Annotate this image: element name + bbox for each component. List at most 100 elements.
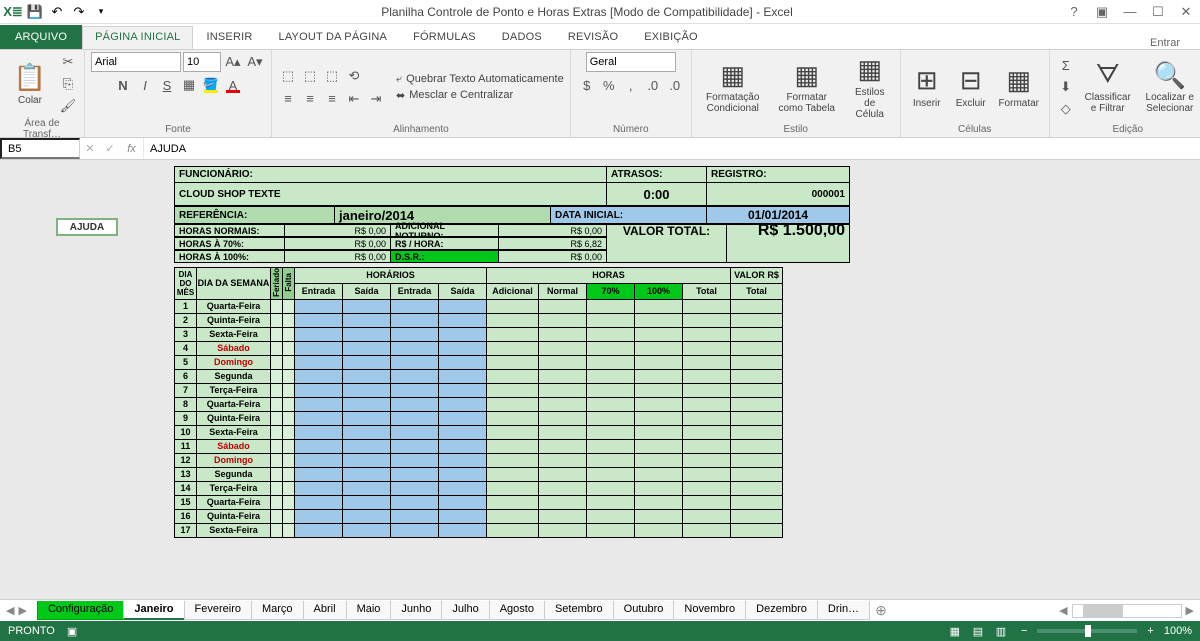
ajuda-button[interactable]: AJUDA [56,218,118,236]
saida2-cell[interactable] [439,397,487,411]
help-icon[interactable]: ? [1064,4,1084,20]
tab-data[interactable]: DADOS [489,26,555,49]
feriado-checkbox[interactable] [271,313,283,327]
align-top-icon[interactable]: ⬚ [278,66,298,86]
saida1-cell[interactable] [343,509,391,523]
format-painter-icon[interactable]: 🖌 [58,96,78,116]
hscroll-right-icon[interactable]: ▶ [1186,604,1194,617]
entrada2-cell[interactable] [391,523,439,537]
registro-value[interactable]: 000001 [706,182,850,206]
entrada1-cell[interactable] [295,467,343,481]
feriado-checkbox[interactable] [271,453,283,467]
saida2-cell[interactable] [439,313,487,327]
cut-icon[interactable]: ✂ [58,52,78,72]
conditional-format-button[interactable]: ▦Formatação Condicional [698,58,768,116]
entrada1-cell[interactable] [295,369,343,383]
minimize-icon[interactable]: — [1120,4,1140,20]
tab-view[interactable]: EXIBIÇÃO [631,26,711,49]
feriado-checkbox[interactable] [271,481,283,495]
feriado-checkbox[interactable] [271,523,283,537]
zoom-in-icon[interactable]: + [1147,625,1153,637]
name-box[interactable] [0,138,80,159]
sign-in-link[interactable]: Entrar [1150,37,1180,49]
number-format-combo[interactable] [586,52,676,72]
borders-icon[interactable]: ▦ [179,75,199,95]
maximize-icon[interactable]: ☐ [1148,4,1168,20]
paste-button[interactable]: 📋 Colar [6,61,54,108]
saida1-cell[interactable] [343,341,391,355]
bold-icon[interactable]: N [113,75,133,95]
clear-icon[interactable]: ◇ [1056,99,1076,119]
align-middle-icon[interactable]: ⬚ [300,66,320,86]
entrada2-cell[interactable] [391,383,439,397]
find-select-button[interactable]: 🔍Localizar e Selecionar [1140,58,1200,116]
italic-icon[interactable]: I [135,75,155,95]
align-bottom-icon[interactable]: ⬚ [322,66,342,86]
zoom-level[interactable]: 100% [1164,625,1192,637]
saida1-cell[interactable] [343,327,391,341]
font-name-combo[interactable] [91,52,181,72]
falta-checkbox[interactable] [283,509,295,523]
horizontal-scrollbar[interactable] [1072,604,1182,618]
saida1-cell[interactable] [343,425,391,439]
entrada2-cell[interactable] [391,327,439,341]
entrada2-cell[interactable] [391,481,439,495]
entrada1-cell[interactable] [295,411,343,425]
saida2-cell[interactable] [439,509,487,523]
copy-icon[interactable]: ⎘ [58,74,78,94]
entrada1-cell[interactable] [295,327,343,341]
wrap-text-button[interactable]: ⤶Quebrar Texto Automaticamente [396,73,564,86]
entrada2-cell[interactable] [391,425,439,439]
sheet-tab[interactable]: Fevereiro [184,601,252,620]
enter-formula-icon[interactable]: ✓ [100,138,120,159]
increase-decimal-icon[interactable]: .0 [643,75,663,95]
sheet-tab[interactable]: Novembro [673,601,746,620]
falta-checkbox[interactable] [283,327,295,341]
zoom-out-icon[interactable]: − [1021,625,1027,637]
falta-checkbox[interactable] [283,467,295,481]
feriado-checkbox[interactable] [271,425,283,439]
feriado-checkbox[interactable] [271,383,283,397]
feriado-checkbox[interactable] [271,341,283,355]
sheet-nav-prev-icon[interactable]: ◀ [6,604,14,617]
tab-file[interactable]: ARQUIVO [0,25,82,49]
ribbon-options-icon[interactable]: ▣ [1092,4,1112,20]
saida2-cell[interactable] [439,439,487,453]
formula-input[interactable] [144,138,1200,159]
saida1-cell[interactable] [343,523,391,537]
saida2-cell[interactable] [439,425,487,439]
comma-format-icon[interactable]: , [621,75,641,95]
entrada2-cell[interactable] [391,495,439,509]
saida2-cell[interactable] [439,299,487,313]
entrada1-cell[interactable] [295,495,343,509]
accounting-format-icon[interactable]: $ [577,75,597,95]
page-break-view-icon[interactable]: ▥ [991,625,1011,638]
falta-checkbox[interactable] [283,313,295,327]
sheet-tab[interactable]: Janeiro [123,601,184,620]
decrease-indent-icon[interactable]: ⇤ [344,89,364,109]
autosum-icon[interactable]: Σ [1056,55,1076,75]
feriado-checkbox[interactable] [271,495,283,509]
decrease-decimal-icon[interactable]: .0 [665,75,685,95]
saida2-cell[interactable] [439,369,487,383]
saida1-cell[interactable] [343,453,391,467]
falta-checkbox[interactable] [283,355,295,369]
entrada1-cell[interactable] [295,299,343,313]
percent-format-icon[interactable]: % [599,75,619,95]
saida1-cell[interactable] [343,481,391,495]
saida2-cell[interactable] [439,523,487,537]
saida2-cell[interactable] [439,383,487,397]
normal-view-icon[interactable]: ▦ [945,625,965,638]
tab-home[interactable]: PÁGINA INICIAL [82,26,193,49]
entrada1-cell[interactable] [295,439,343,453]
entrada2-cell[interactable] [391,313,439,327]
delete-button[interactable]: ⊟Excluir [951,64,991,111]
entrada1-cell[interactable] [295,313,343,327]
format-as-table-button[interactable]: ▦Formatar como Tabela [772,58,842,116]
increase-indent-icon[interactable]: ⇥ [366,89,386,109]
align-right-icon[interactable]: ≡ [322,89,342,109]
cell-styles-button[interactable]: ▦Estilos de Célula [846,53,894,122]
saida2-cell[interactable] [439,467,487,481]
font-size-combo[interactable] [183,52,221,72]
sheet-tab[interactable]: Agosto [489,601,545,620]
